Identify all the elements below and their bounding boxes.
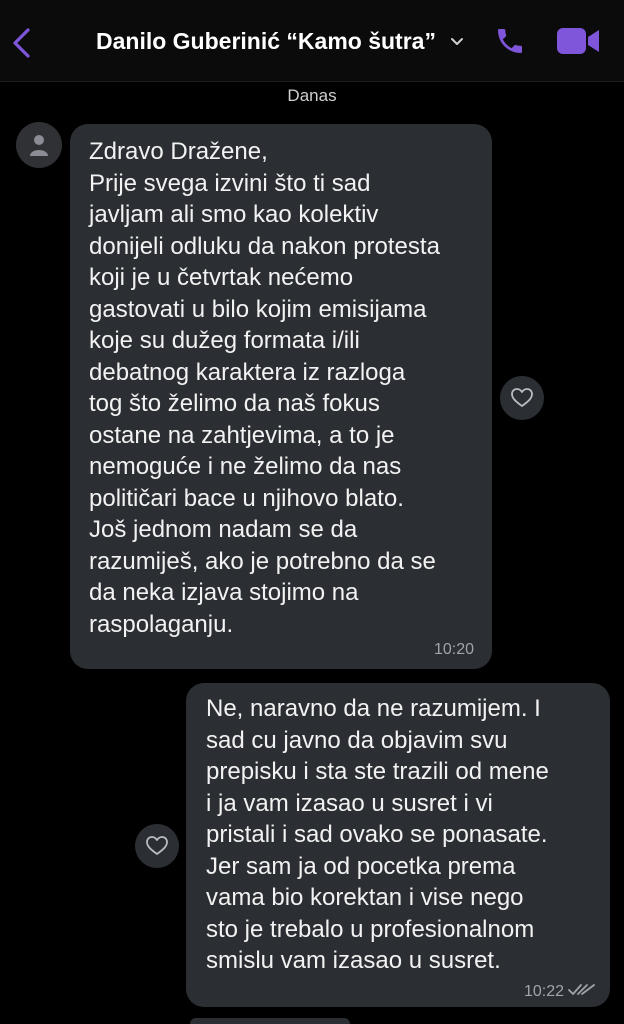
person-icon	[30, 135, 48, 156]
react-button[interactable]	[135, 824, 179, 868]
video-call-button[interactable]	[556, 26, 600, 56]
chat-title-button[interactable]: Danilo Guberinić “Kamo šutra”	[96, 28, 464, 55]
message-text: Ne, naravno da ne razumijem. I sad cu ja…	[206, 695, 549, 974]
next-message-bubble	[190, 1018, 350, 1024]
incoming-message-bubble[interactable]: Zdravo Dražene, Prije svega izvini što t…	[70, 124, 492, 669]
date-separator: Danas	[287, 86, 337, 105]
message-time: 10:22	[523, 983, 564, 1000]
outgoing-message-bubble[interactable]: Ne, naravno da ne razumijem. I sad cu ja…	[186, 683, 610, 1007]
react-button[interactable]	[500, 376, 544, 420]
heart-icon	[511, 388, 533, 407]
message-time: 10:20	[433, 641, 474, 658]
back-button[interactable]	[8, 26, 36, 60]
video-camera-icon	[557, 28, 599, 54]
chat-title: Danilo Guberinić “Kamo šutra”	[96, 28, 436, 54]
avatar[interactable]	[16, 122, 62, 168]
chat-header: Danilo Guberinić “Kamo šutra”	[0, 0, 624, 82]
heart-icon	[146, 836, 168, 855]
phone-icon	[498, 29, 522, 53]
chevron-left-icon	[13, 28, 30, 58]
message-text: Zdravo Dražene, Prije svega izvini što t…	[89, 138, 440, 638]
chevron-down-icon	[450, 37, 463, 45]
double-check-icon	[568, 984, 595, 995]
voice-call-button[interactable]	[494, 25, 526, 57]
